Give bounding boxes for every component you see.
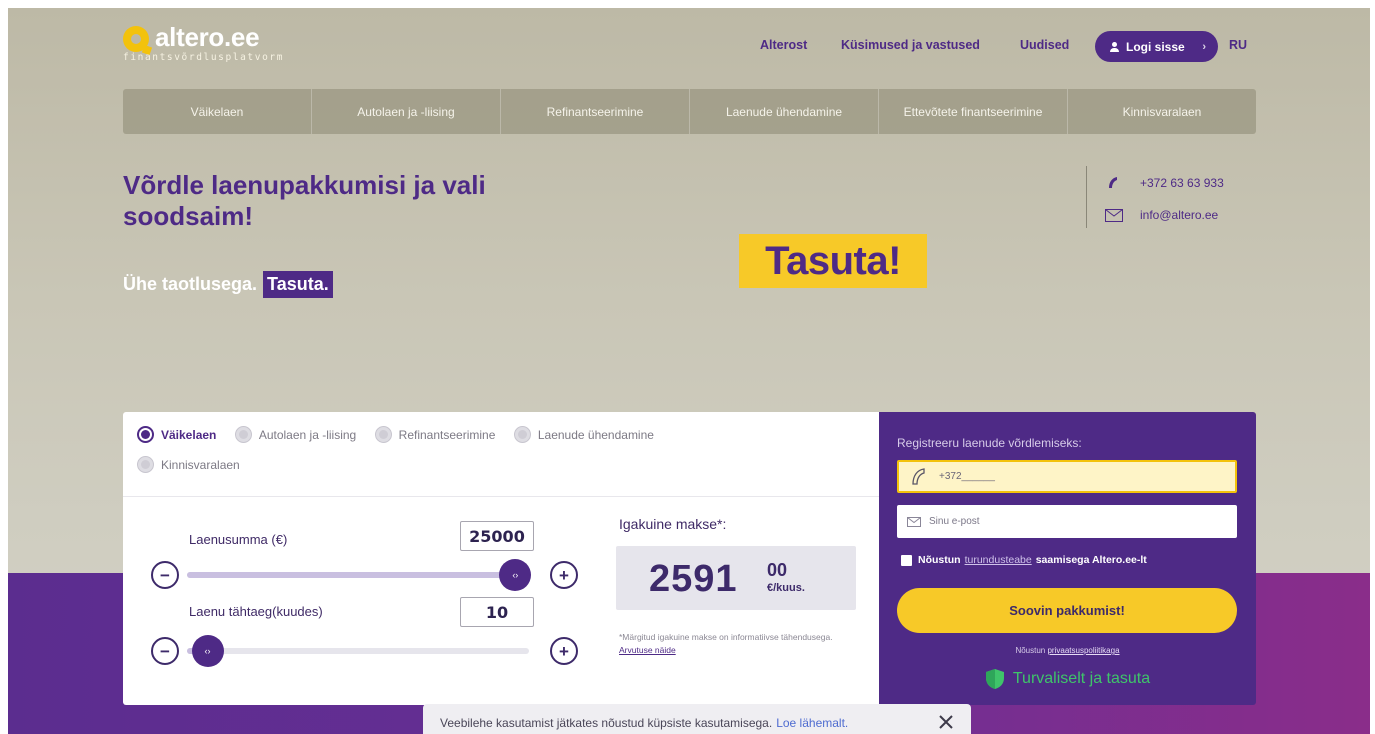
category-small-loan[interactable]: Väikelaen <box>123 89 312 134</box>
monthly-payment-value: 2591 <box>649 558 738 600</box>
loan-type-consolidation[interactable]: Laenude ühendamine <box>513 426 654 443</box>
free-badge: Tasuta! <box>739 234 927 288</box>
loan-type-label: Kinnisvaralaen <box>161 457 240 472</box>
user-icon <box>1110 41 1119 52</box>
radio-icon <box>234 426 252 443</box>
chevron-right-icon: › <box>1202 40 1206 53</box>
payment-note-text: *Märgitud igakuine makse on informatiivs… <box>619 632 833 642</box>
category-business-financing[interactable]: Ettevõtete finantseerimine <box>879 89 1068 134</box>
nav-link-news[interactable]: Uudised <box>1020 38 1069 52</box>
amount-decrease-button[interactable]: − <box>151 561 179 589</box>
amount-increase-button[interactable]: + <box>550 561 578 589</box>
cookie-banner: Veebilehe kasutamist jätkates nõustud kü… <box>423 704 971 734</box>
marketing-consent[interactable]: Nõustun turundusteabe saamisega Altero.e… <box>901 554 1147 566</box>
category-mortgage[interactable]: Kinnisvaralaen <box>1068 89 1256 134</box>
contact-phone[interactable]: +372 63 63 933 <box>1105 176 1224 190</box>
calculation-example-link[interactable]: Arvutuse näide <box>619 645 676 655</box>
phone-field[interactable]: +372______ <box>897 460 1237 493</box>
cookie-text: Veebilehe kasutamist jätkates nõustud kü… <box>440 716 773 730</box>
logo-text: altero.ee <box>155 22 260 52</box>
hero-subtitle-highlight: Tasuta. <box>263 271 333 298</box>
nav-link-faq[interactable]: Küsimused ja vastused <box>841 38 980 52</box>
loan-type-options: Väikelaen Autolaen ja -liising Refinants… <box>137 426 857 486</box>
amount-slider-fill <box>187 572 516 578</box>
email-field[interactable]: Sinu e-post <box>897 505 1237 538</box>
term-increase-button[interactable]: + <box>550 637 578 665</box>
term-decrease-button[interactable]: − <box>151 637 179 665</box>
contact-phone-text: +372 63 63 933 <box>1140 176 1224 190</box>
language-switch[interactable]: RU <box>1229 38 1247 52</box>
phone-placeholder: +372______ <box>939 471 995 482</box>
nav-link-alterost[interactable]: Alterost <box>760 38 807 52</box>
monthly-payment-cents: 00 <box>767 560 788 580</box>
amount-slider-track[interactable] <box>187 572 529 578</box>
amount-slider-handle[interactable]: ‹› <box>499 559 532 591</box>
radio-icon <box>374 426 392 443</box>
loan-type-refinancing[interactable]: Refinantseerimine <box>374 426 496 443</box>
loan-type-label: Refinantseerimine <box>398 427 496 442</box>
loan-calculator: Väikelaen Autolaen ja -liising Refinants… <box>123 412 879 705</box>
radio-icon <box>137 456 154 473</box>
register-title: Registreeru laenude võrdlemiseks: <box>897 436 1082 450</box>
monthly-payment-label: Igakuine makse*: <box>619 516 727 532</box>
phone-icon <box>909 467 931 487</box>
privacy-consent: Nõustun privaatsuspoliitikaga <box>879 646 1256 655</box>
contact-block: +372 63 63 933 info@altero.ee <box>1086 166 1224 228</box>
close-icon[interactable] <box>937 713 955 731</box>
radio-icon <box>513 426 531 443</box>
category-loan-consolidation[interactable]: Laenude ühendamine <box>690 89 879 134</box>
login-button[interactable]: Logi sisse › <box>1095 31 1218 62</box>
privacy-prefix: Nõustun <box>1015 646 1046 655</box>
marketing-info-link[interactable]: turundusteabe <box>965 554 1032 566</box>
request-offer-button[interactable]: Soovin pakkumist! <box>897 588 1237 633</box>
register-panel: Registreeru laenude võrdlemiseks: +372__… <box>879 412 1256 705</box>
term-slider-handle[interactable]: ‹› <box>191 635 224 667</box>
cookie-read-more-link[interactable]: Loe lähemalt. <box>776 716 848 730</box>
envelope-icon <box>1105 208 1123 222</box>
privacy-policy-link[interactable]: privaatsuspoliitikaga <box>1047 646 1119 655</box>
loan-type-small-loan[interactable]: Väikelaen <box>137 426 216 443</box>
phone-icon <box>1105 176 1123 190</box>
term-slider-track[interactable] <box>187 648 529 654</box>
monthly-payment-unit: €/kuus. <box>767 582 805 594</box>
page: altero.ee finantsvõrdlusplatvorm Alteros… <box>8 8 1370 734</box>
email-placeholder: Sinu e-post <box>929 516 980 527</box>
loan-type-car-loan[interactable]: Autolaen ja -liising <box>234 426 357 443</box>
term-input[interactable]: 10 <box>460 597 534 627</box>
divider <box>123 496 879 497</box>
login-label: Logi sisse <box>1126 39 1185 54</box>
loan-type-mortgage[interactable]: Kinnisvaralaen <box>137 456 240 473</box>
contact-email[interactable]: info@altero.ee <box>1105 208 1218 222</box>
logo-icon <box>123 26 149 52</box>
loan-type-label: Autolaen ja -liising <box>258 427 357 442</box>
category-nav: Väikelaen Autolaen ja -liising Refinants… <box>123 89 1256 134</box>
amount-input[interactable]: 25000 <box>460 521 534 551</box>
radio-icon <box>137 426 154 443</box>
secure-text: Turvaliselt ja tasuta <box>1012 670 1151 687</box>
secure-note: Turvaliselt ja tasuta <box>879 668 1256 690</box>
checkbox[interactable] <box>901 554 912 566</box>
hero-subtitle-text: Ühe taotlusega. <box>123 274 258 294</box>
consent-prefix: Nõustun <box>918 554 961 566</box>
contact-email-text: info@altero.ee <box>1140 208 1219 222</box>
consent-suffix: saamisega Altero.ee-lt <box>1035 554 1147 566</box>
category-car-loan[interactable]: Autolaen ja -liising <box>312 89 501 134</box>
hero-title: Võrdle laenupakkumisi ja vali soodsaim! <box>123 170 486 231</box>
payment-note: *Märgitud igakuine makse on informatiivs… <box>619 631 859 657</box>
amount-label: Laenusumma (€) <box>189 532 288 547</box>
loan-type-label: Laenude ühendamine <box>537 427 654 442</box>
hero-subtitle: Ühe taotlusega. Tasuta. <box>123 271 333 298</box>
shield-icon <box>985 668 1005 690</box>
monthly-payment-box: 2591 00 €/kuus. <box>616 546 856 610</box>
envelope-icon <box>907 516 921 527</box>
loan-type-label: Väikelaen <box>161 427 217 442</box>
logo-tagline: finantsvõrdlusplatvorm <box>123 52 285 63</box>
term-label: Laenu tähtaeg(kuudes) <box>189 604 323 619</box>
category-refinancing[interactable]: Refinantseerimine <box>501 89 690 134</box>
